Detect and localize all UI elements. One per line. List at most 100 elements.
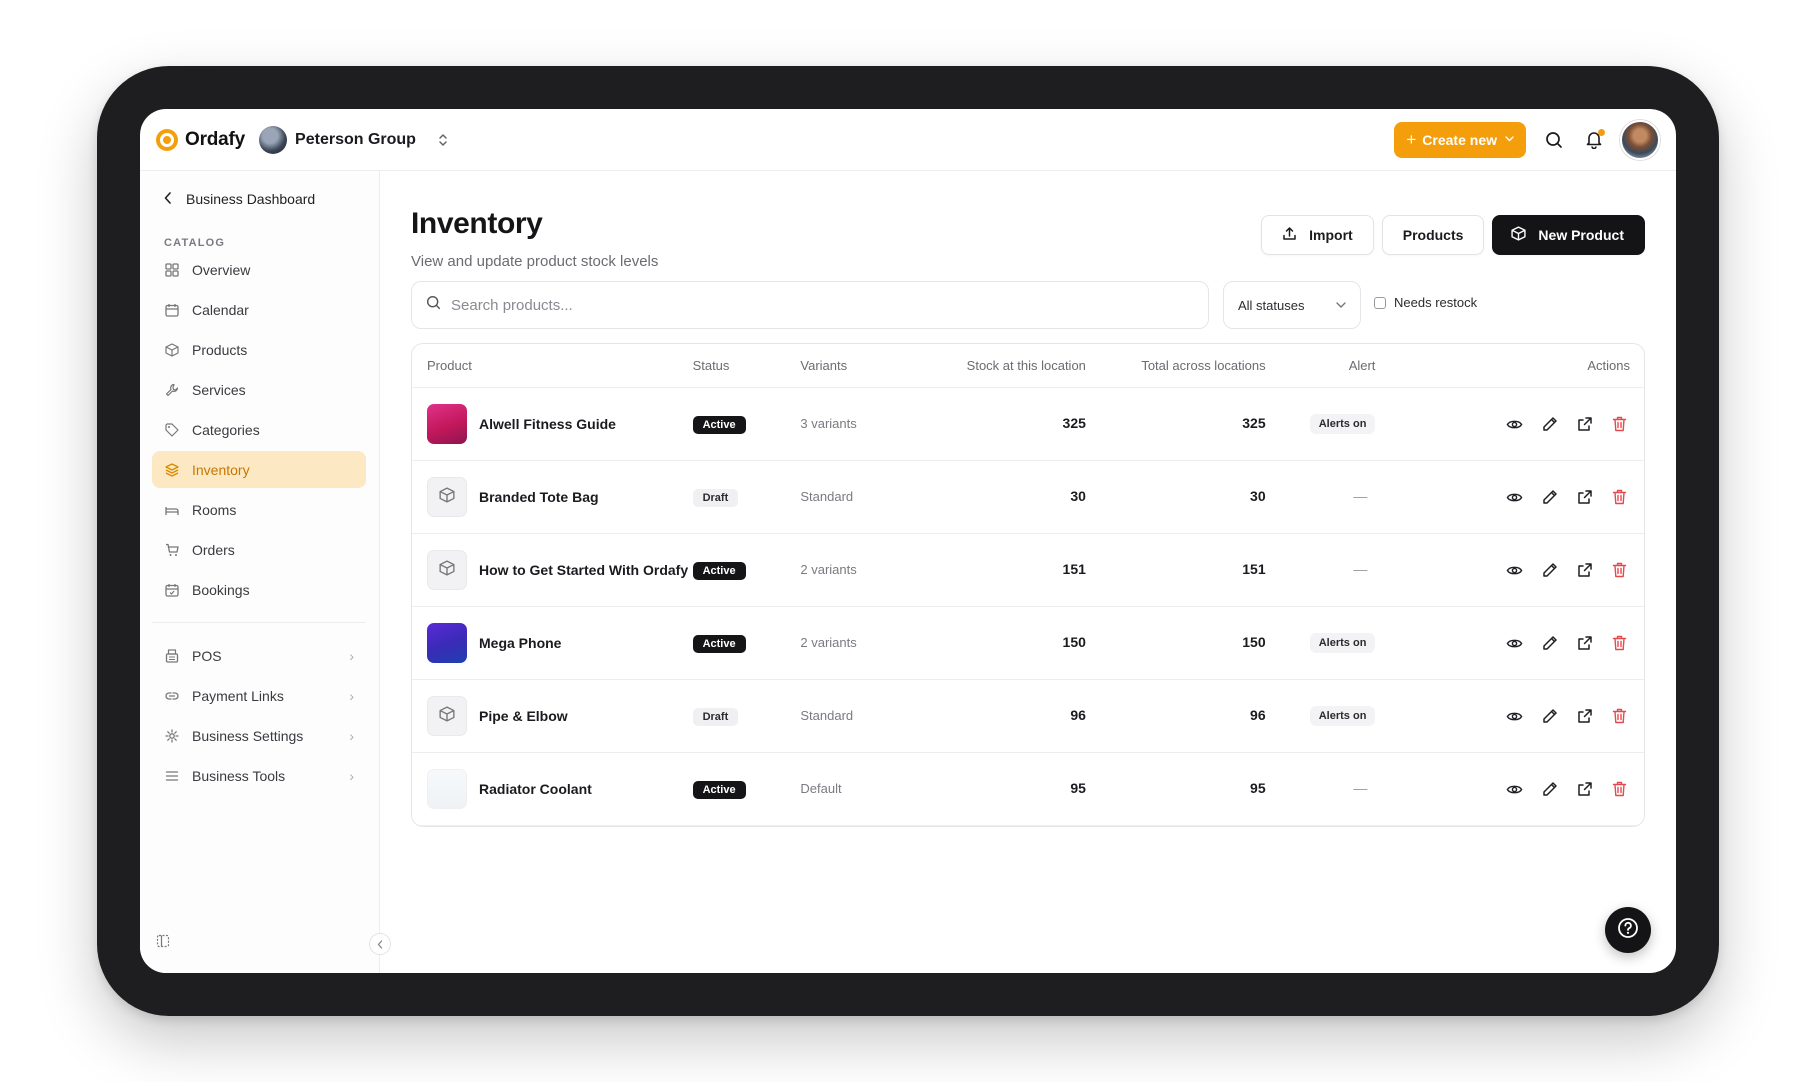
box-icon: [439, 559, 455, 581]
table-row[interactable]: Mega Phone Active 2 variants 150 150 Alerts o…: [412, 607, 1644, 680]
sidebar-item-bookings[interactable]: Bookings: [152, 571, 366, 608]
table-row[interactable]: Sparkling WaterDraftStandard2424—: [412, 826, 1644, 827]
col-header-status[interactable]: Status: [693, 358, 801, 373]
sidebar-item-services[interactable]: Services: [152, 371, 366, 408]
app-logo[interactable]: Ordafy: [156, 128, 245, 151]
external-link-icon[interactable]: [1574, 779, 1595, 800]
eye-icon[interactable]: [1504, 779, 1525, 800]
col-header-stock[interactable]: Stock at this location: [902, 358, 1086, 373]
external-link-icon[interactable]: [1574, 487, 1595, 508]
pencil-icon[interactable]: [1539, 706, 1560, 727]
product-name[interactable]: Branded Tote Bag: [479, 487, 599, 507]
alert-cell: —: [1266, 488, 1376, 506]
sidebar-item-categories[interactable]: Categories: [152, 411, 366, 448]
sidebar-item-business-tools[interactable]: Business Tools ›: [152, 757, 366, 794]
trash-icon[interactable]: [1609, 706, 1630, 727]
sidebar-item-calendar[interactable]: Calendar: [152, 291, 366, 328]
bell-icon[interactable]: [1574, 120, 1614, 160]
sidebar-item-inventory[interactable]: Inventory: [152, 451, 366, 488]
status-badge: Draft: [692, 488, 739, 507]
col-header-product[interactable]: Product: [412, 358, 693, 373]
eye-icon[interactable]: [1504, 414, 1525, 435]
product-name[interactable]: Alwell Fitness Guide: [479, 414, 616, 434]
eye-icon[interactable]: [1504, 487, 1525, 508]
eye-icon[interactable]: [1504, 706, 1525, 727]
status-badge: Active: [692, 415, 746, 434]
table-row[interactable]: Radiator Coolant Active Default 95 95 —: [412, 753, 1644, 826]
table-row[interactable]: Pipe & Elbow Draft Standard 96 96 Alerts on: [412, 680, 1644, 753]
pencil-icon[interactable]: [1539, 633, 1560, 654]
sidebar-item-products[interactable]: Products: [152, 331, 366, 368]
col-header-actions: Actions: [1587, 358, 1630, 373]
sidebar-divider: [152, 622, 366, 623]
create-new-button[interactable]: + Create new: [1394, 121, 1526, 158]
back-to-dashboard-link[interactable]: Business Dashboard: [164, 191, 315, 207]
trash-icon[interactable]: [1609, 633, 1630, 654]
product-name[interactable]: Pipe & Elbow: [479, 706, 568, 726]
sidebar-item-pos[interactable]: POS ›: [152, 637, 366, 674]
products-label: Products: [1402, 227, 1464, 243]
import-button[interactable]: Import: [1261, 215, 1374, 255]
status-cell: Active: [692, 634, 801, 653]
pencil-icon[interactable]: [1539, 487, 1560, 508]
col-header-variants[interactable]: Variants: [800, 358, 902, 373]
external-link-icon[interactable]: [1574, 560, 1595, 581]
table-row[interactable]: Alwell Fitness Guide Active 3 variants 325 3…: [412, 388, 1644, 461]
box-icon: [1511, 226, 1527, 244]
bed-icon: [164, 502, 180, 518]
stock-cell: 150: [902, 634, 1086, 652]
trash-icon[interactable]: [1609, 414, 1630, 435]
external-link-icon[interactable]: [1574, 633, 1595, 654]
trash-icon[interactable]: [1609, 779, 1630, 800]
actions-cell: [1375, 414, 1644, 435]
table-row[interactable]: How to Get Started With Ordafy Active 2 va…: [412, 534, 1644, 607]
sidebar-item-orders[interactable]: Orders: [152, 531, 366, 568]
sidebar-item-label: Orders: [192, 541, 235, 558]
product-cell: Radiator Coolant: [412, 769, 693, 809]
col-header-alert[interactable]: Alert: [1266, 358, 1376, 373]
needs-restock-checkbox[interactable]: [1374, 296, 1386, 309]
register-icon: [164, 648, 180, 664]
search-bar: [411, 281, 1209, 329]
new-product-button[interactable]: New Product: [1492, 215, 1645, 255]
search-icon: [426, 295, 441, 315]
status-filter-select[interactable]: All statuses: [1223, 281, 1361, 329]
sidebar-item-overview[interactable]: Overview: [152, 251, 366, 288]
needs-restock-toggle[interactable]: Needs restock: [1374, 295, 1477, 310]
panel-toggle-icon[interactable]: [156, 934, 170, 951]
trash-icon[interactable]: [1609, 560, 1630, 581]
product-name[interactable]: Radiator Coolant: [479, 779, 592, 799]
eye-icon[interactable]: [1504, 560, 1525, 581]
search-icon[interactable]: [1534, 120, 1574, 160]
sidebar-item-label: Categories: [192, 421, 260, 438]
status-cell: Draft: [692, 707, 801, 726]
stock-value: 150: [1062, 634, 1086, 650]
sidebar-item-payment-links[interactable]: Payment Links ›: [152, 677, 366, 714]
trash-icon[interactable]: [1609, 487, 1630, 508]
total-cell: 151: [1086, 561, 1265, 579]
products-button[interactable]: Products: [1381, 215, 1485, 255]
chevron-down-icon: [1505, 134, 1514, 145]
pencil-icon[interactable]: [1539, 779, 1560, 800]
sidebar-item-business-settings[interactable]: Business Settings ›: [152, 717, 366, 754]
sidebar-item-rooms[interactable]: Rooms: [152, 491, 366, 528]
total-value: 95: [1250, 780, 1266, 796]
help-button[interactable]: [1605, 907, 1651, 953]
pencil-icon[interactable]: [1539, 560, 1560, 581]
col-header-total[interactable]: Total across locations: [1086, 358, 1265, 373]
eye-icon[interactable]: [1504, 633, 1525, 654]
user-avatar[interactable]: [1620, 119, 1660, 160]
product-name[interactable]: Mega Phone: [479, 633, 561, 653]
external-link-icon[interactable]: [1574, 414, 1595, 435]
org-switcher[interactable]: Peterson Group: [259, 125, 448, 154]
sidebar-nav: Overview Calendar Products Services Cate…: [152, 251, 366, 797]
sidebar-item-label: Payment Links: [192, 687, 284, 704]
product-thumbnail: [427, 696, 467, 736]
stock-value: 151: [1062, 561, 1086, 577]
sidebar-item-label: Rooms: [192, 501, 237, 518]
pencil-icon[interactable]: [1539, 414, 1560, 435]
product-name[interactable]: How to Get Started With Ordafy: [479, 560, 688, 580]
search-input[interactable]: [451, 296, 1194, 314]
table-row[interactable]: Branded Tote Bag Draft Standard 30 30 —: [412, 461, 1644, 534]
external-link-icon[interactable]: [1574, 706, 1595, 727]
